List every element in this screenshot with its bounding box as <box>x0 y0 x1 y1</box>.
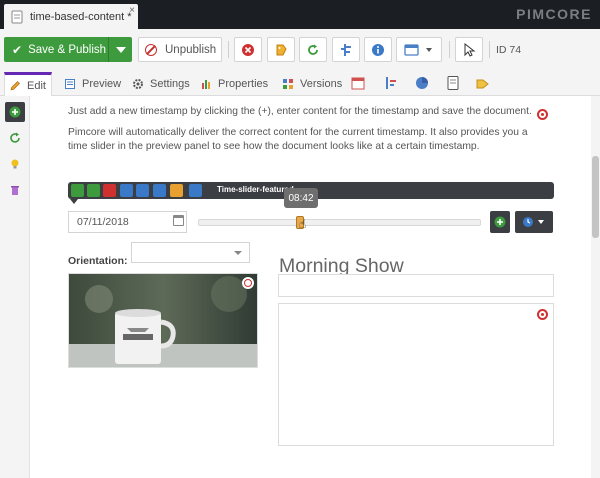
add-button[interactable] <box>5 102 25 122</box>
editor-content: Just add a new timestamp by clicking the… <box>30 96 591 478</box>
plus-icon <box>9 106 21 118</box>
share-dropdown-button[interactable] <box>396 37 442 62</box>
info-icon <box>372 43 384 56</box>
close-icon[interactable]: × <box>129 5 135 16</box>
document-icon <box>11 10 23 23</box>
orientation-select[interactable] <box>131 242 250 263</box>
reload-button[interactable] <box>299 37 327 62</box>
title-bar: time-based-content * × PIMCORE <box>0 0 600 29</box>
show-in-tree-button[interactable] <box>332 37 360 62</box>
schedule-icon[interactable] <box>350 75 366 91</box>
tab-properties[interactable]: Properties <box>196 72 272 96</box>
tree-icon <box>341 43 351 56</box>
intro-paragraph-2: Pimcore will automatically deliver the c… <box>68 127 528 152</box>
unpublish-label: Unpublish <box>165 43 217 56</box>
tab-edit-label: Edit <box>27 80 46 92</box>
eye-icon[interactable] <box>189 184 202 197</box>
toolbar-separator <box>489 41 490 58</box>
tab-properties-label: Properties <box>218 78 269 90</box>
seo-icon[interactable] <box>414 75 430 91</box>
toolbar-pointer <box>70 199 78 204</box>
gear-icon <box>133 79 143 89</box>
headline-input[interactable] <box>278 274 554 297</box>
editor-tabs: Edit Preview Settings Properties Version… <box>0 70 600 97</box>
preview-icon <box>65 79 75 89</box>
add-timestamp-button[interactable] <box>490 211 510 233</box>
properties-icon <box>202 80 210 89</box>
trash-icon <box>11 186 19 195</box>
lightbulb-icon <box>11 159 19 169</box>
delete-button[interactable] <box>234 37 262 62</box>
tag-icon <box>276 44 287 55</box>
hint-button[interactable] <box>5 154 25 174</box>
ban-icon <box>145 43 157 56</box>
folder-icon[interactable] <box>170 184 183 197</box>
refresh-icon <box>308 44 318 55</box>
tags-icon[interactable] <box>475 75 491 91</box>
hand-cursor-icon: ☝ <box>299 217 307 231</box>
pimcore-logo: PIMCORE <box>516 6 592 22</box>
tab-settings-label: Settings <box>150 78 190 90</box>
remove-block-icon[interactable] <box>103 184 116 197</box>
notes-icon[interactable] <box>445 75 461 91</box>
pencil-icon <box>10 81 20 91</box>
coffee-mug-image <box>69 274 257 367</box>
content-scrollbar[interactable] <box>591 96 600 478</box>
versions-icon <box>283 79 293 89</box>
time-tooltip: 08:42 <box>284 188 318 208</box>
wysiwyg-editor[interactable] <box>278 303 554 446</box>
tab-preview[interactable]: Preview <box>60 72 125 96</box>
dependencies-icon[interactable] <box>383 75 399 91</box>
editable-name: Time-slider-featured <box>217 185 294 194</box>
tab-preview-label: Preview <box>82 78 122 90</box>
document-id: ID 74 <box>496 44 522 56</box>
checkmark-icon: ✔ <box>12 42 23 57</box>
expand-icon[interactable] <box>153 184 166 197</box>
plus-icon <box>494 216 506 228</box>
save-publish-button[interactable]: ✔ Save & Publish <box>4 37 108 62</box>
save-publish-label: Save & Publish <box>28 43 107 56</box>
toolbar-separator <box>228 41 229 58</box>
tab-edit[interactable]: Edit <box>4 72 52 97</box>
tab-versions[interactable]: Versions <box>278 72 346 96</box>
add-block-icon[interactable] <box>71 184 84 197</box>
scrollbar-thumb[interactable] <box>592 156 599 238</box>
image-options-icon[interactable] <box>242 277 254 289</box>
document-tab-title: time-based-content * <box>30 10 132 23</box>
date-input[interactable]: 07/11/2018 <box>68 211 187 233</box>
timestamp-menu-button[interactable] <box>515 211 553 233</box>
select-mode-button[interactable] <box>455 37 483 62</box>
target-icon[interactable] <box>537 109 548 120</box>
intro-paragraph-1: Just add a new timestamp by clicking the… <box>68 106 532 117</box>
orientation-label: Orientation: <box>68 255 128 267</box>
add-below-icon[interactable] <box>87 184 100 197</box>
toolbar-separator <box>449 41 450 58</box>
cursor-icon <box>464 42 476 57</box>
tab-settings[interactable]: Settings <box>128 72 194 96</box>
tab-versions-label: Versions <box>300 78 343 90</box>
delete-icon <box>242 43 254 56</box>
move-down-icon[interactable] <box>136 184 149 197</box>
clock-icon <box>523 217 544 227</box>
share-icon <box>404 43 432 56</box>
document-tab[interactable]: time-based-content * × <box>4 4 138 29</box>
editable-tools-sidebar <box>0 96 30 478</box>
featured-image[interactable] <box>68 273 258 368</box>
reload-button[interactable] <box>5 128 25 148</box>
calendar-icon[interactable] <box>173 215 184 226</box>
target-icon[interactable] <box>537 309 548 320</box>
refresh-icon <box>10 132 20 143</box>
unpublish-button[interactable]: Unpublish <box>138 37 222 62</box>
move-up-icon[interactable] <box>120 184 133 197</box>
clear-button[interactable] <box>5 180 25 200</box>
rename-button[interactable] <box>267 37 295 62</box>
document-toolbar: ✔ Save & Publish Unpublish ID 74 <box>0 29 600 70</box>
save-options-dropdown-button[interactable] <box>108 37 132 62</box>
time-slider[interactable] <box>198 219 481 226</box>
info-button[interactable] <box>364 37 392 62</box>
